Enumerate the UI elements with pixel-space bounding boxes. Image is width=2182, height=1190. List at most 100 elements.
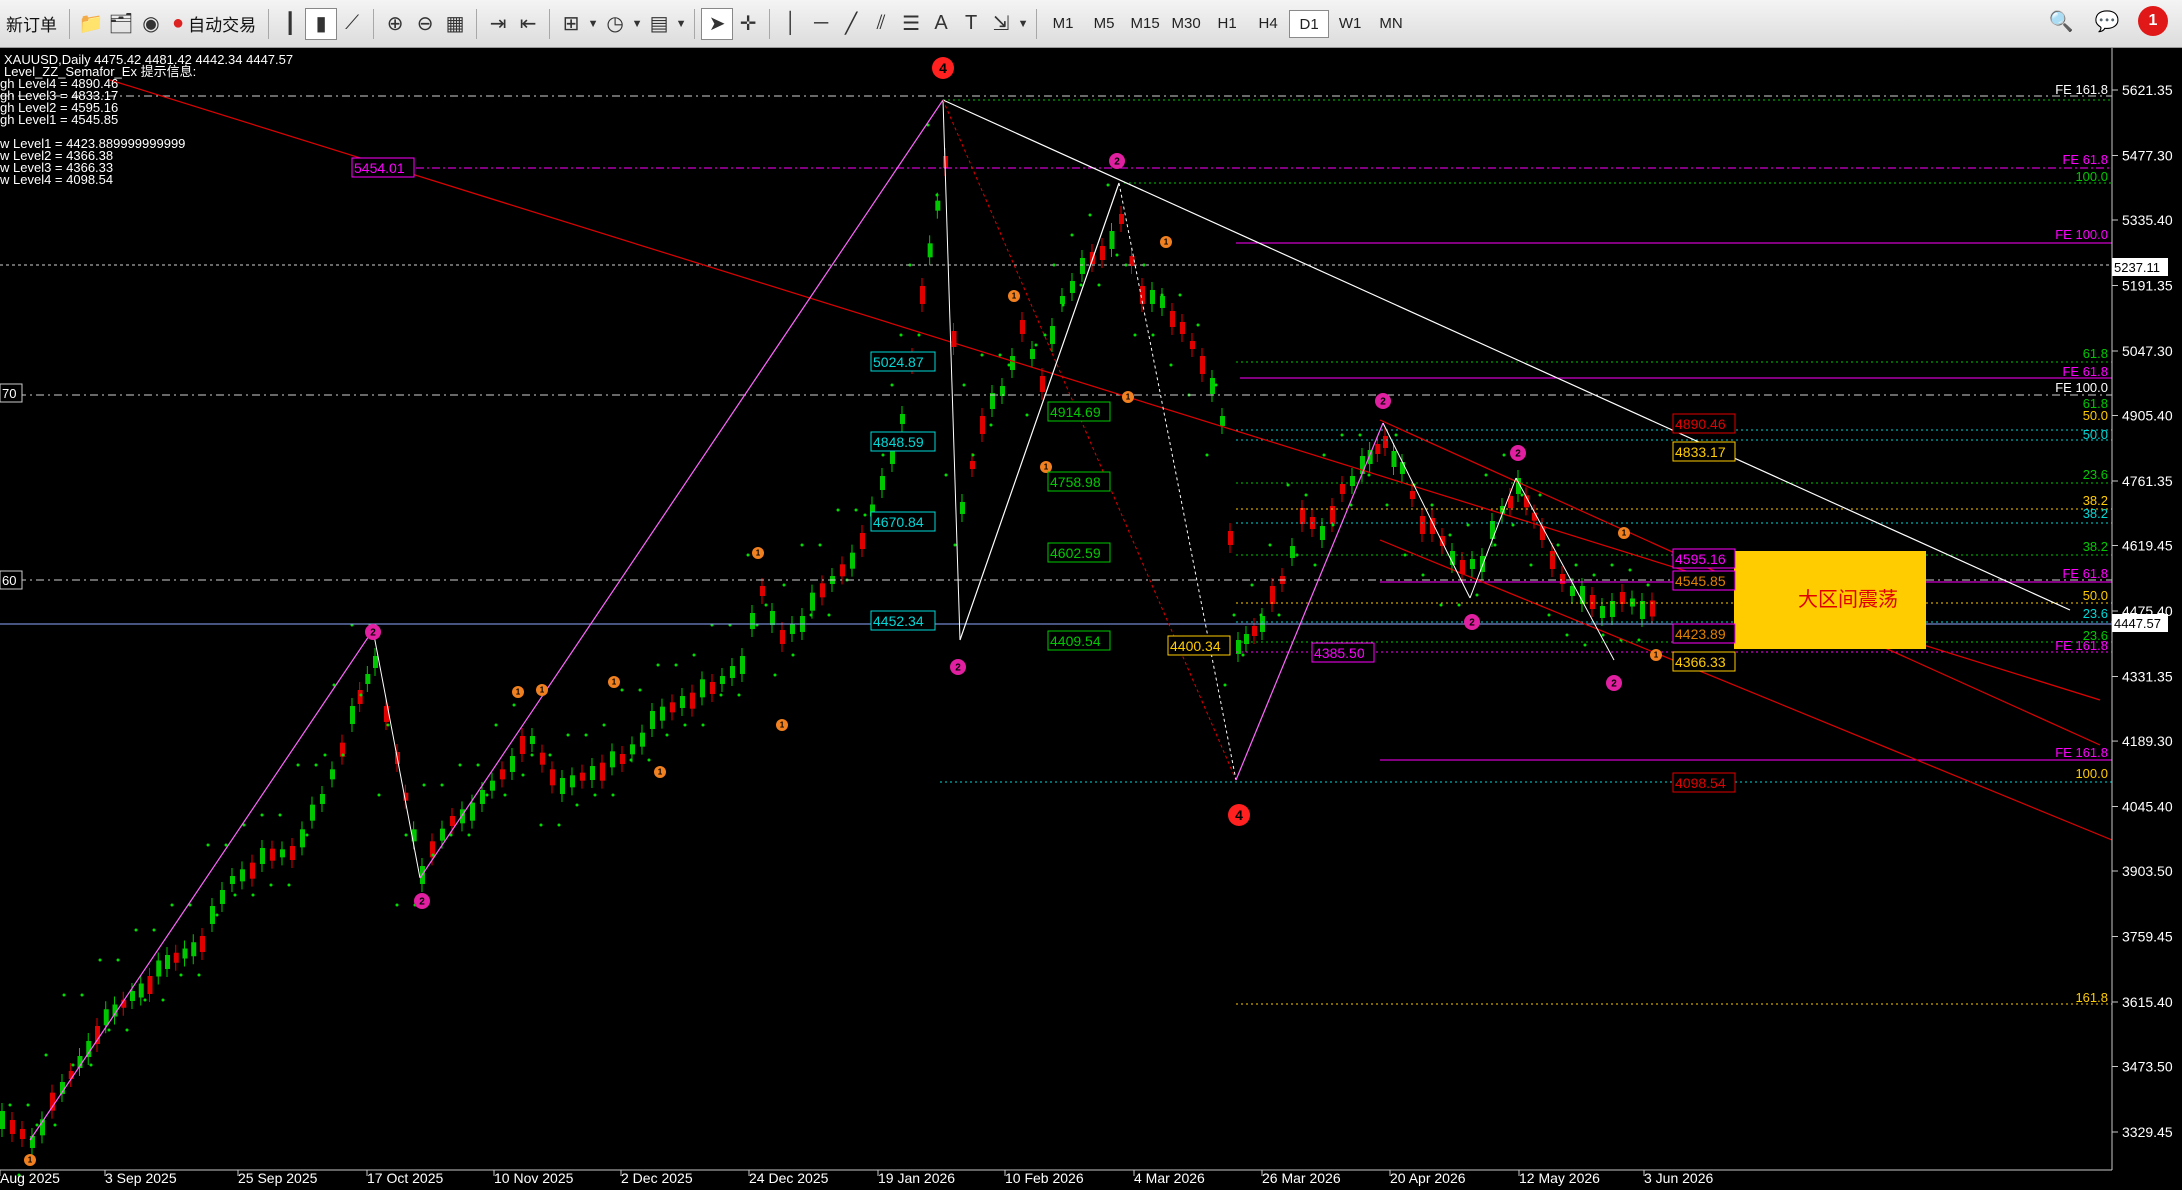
trendline-icon[interactable]: ╱ — [836, 9, 866, 39]
price-tick-label: 5335.40 — [2122, 212, 2173, 228]
globe-icon[interactable]: ◉ — [136, 9, 166, 39]
timeframe-m1[interactable]: M1 — [1043, 10, 1083, 38]
sar-dot — [503, 793, 507, 797]
sar-dot — [161, 998, 165, 1002]
sar-dot — [233, 893, 237, 897]
candle-body — [1200, 356, 1205, 374]
timeframe-m5[interactable]: M5 — [1084, 10, 1124, 38]
sar-dot — [800, 543, 804, 547]
sar-dot — [1088, 213, 1092, 217]
tile-windows-icon[interactable]: ▦ — [440, 9, 470, 39]
sar-dot — [530, 753, 534, 757]
sar-dot — [386, 723, 390, 727]
templates-dropdown-icon[interactable]: ▼ — [674, 9, 688, 39]
sar-dot — [602, 723, 606, 727]
candle-body — [147, 976, 153, 994]
price-tick-label: 4189.30 — [2122, 733, 2173, 749]
sar-dot — [746, 553, 750, 557]
candle-chart-icon[interactable]: ▮ — [305, 7, 338, 40]
candle-body — [1060, 296, 1065, 304]
timeframe-m30[interactable]: M30 — [1166, 10, 1206, 38]
price-tick-label: 3473.50 — [2122, 1059, 2173, 1075]
fibonacci-icon[interactable]: ☰ — [896, 9, 926, 39]
profiles-icon[interactable]: 🗂 — [106, 9, 136, 39]
crosshair-icon[interactable]: ✛ — [733, 9, 763, 39]
indicators-dropdown-icon[interactable]: ▼ — [586, 9, 600, 39]
sar-dot — [179, 973, 183, 977]
sar-dot — [539, 823, 543, 827]
sar-dot — [557, 823, 561, 827]
candle-body — [730, 666, 735, 678]
candle-body — [540, 752, 545, 765]
horizontal-line-icon[interactable]: ─ — [806, 9, 836, 39]
bar-chart-icon[interactable]: ┃ — [275, 9, 305, 39]
timeframe-d1[interactable]: D1 — [1289, 9, 1330, 38]
date-tick-label: 25 Sep 2025 — [238, 1170, 318, 1186]
text-label-icon[interactable]: T — [956, 9, 986, 39]
sar-dot — [701, 723, 705, 727]
zoom-in-icon[interactable]: ⊕ — [380, 9, 410, 39]
sar-dot — [575, 803, 579, 807]
templates-icon[interactable]: ▤ — [644, 9, 674, 39]
box-4409: 4409.54 — [1050, 633, 1101, 649]
semafor-2-a-num: 2 — [370, 628, 376, 639]
candle-body — [50, 1092, 55, 1111]
sar-dot — [269, 883, 273, 887]
candle-body — [330, 769, 335, 780]
notification-badge[interactable]: 1 — [2138, 6, 2168, 36]
box-4833: 4833.17 — [1675, 444, 1726, 460]
sar-dot — [1304, 493, 1308, 497]
sar-dot — [944, 473, 948, 477]
sar-dot — [260, 813, 264, 817]
line-chart-icon[interactable]: ⟋ — [337, 9, 367, 39]
candle-body — [1350, 476, 1355, 486]
candle-body — [710, 682, 715, 694]
candle-body — [560, 778, 565, 794]
timeframe-mn[interactable]: MN — [1371, 10, 1411, 38]
arrows-dropdown-icon[interactable]: ▼ — [1016, 9, 1030, 39]
candle-body — [310, 804, 315, 821]
candle-body — [1010, 356, 1015, 370]
search-icon[interactable]: 🔍 — [2046, 6, 2076, 36]
timeframe-m15[interactable]: M15 — [1125, 10, 1165, 38]
candle-body — [1180, 322, 1185, 334]
vertical-line-icon[interactable]: │ — [776, 9, 806, 39]
sar-dot — [1358, 433, 1362, 437]
periods-dropdown-icon[interactable]: ▼ — [630, 9, 644, 39]
sar-dot — [1367, 473, 1371, 477]
auto-trade-button[interactable]: ● 自动交易 — [166, 7, 262, 41]
timeframe-h1[interactable]: H1 — [1207, 10, 1247, 38]
indicators-icon[interactable]: ⊞ — [556, 9, 586, 39]
candle-body — [1070, 281, 1075, 293]
text-icon[interactable]: A — [926, 9, 956, 39]
channel-icon[interactable]: ⫽ — [866, 9, 896, 39]
autoscroll-icon[interactable]: ⇥ — [483, 9, 513, 39]
candle-body — [1440, 536, 1445, 546]
zoom-out-icon[interactable]: ⊖ — [410, 9, 440, 39]
candle-body — [740, 656, 745, 674]
new-order-button[interactable]: 新订单 — [0, 7, 63, 41]
periods-clock-icon[interactable]: ◷ — [600, 9, 630, 39]
candle-body — [0, 1111, 5, 1129]
cursor-icon[interactable]: ➤ — [701, 7, 734, 40]
sar-dot — [593, 793, 597, 797]
fib-50-b: 50.0 — [2083, 427, 2108, 442]
candle-body — [660, 706, 665, 721]
candle-body — [230, 876, 235, 884]
current-price-label: 4447.57 — [2114, 616, 2161, 631]
candle-body — [610, 751, 615, 768]
sar-dot — [197, 973, 201, 977]
semafor-1-4-num: 1 — [658, 768, 663, 777]
box-4400: 4400.34 — [1170, 638, 1221, 654]
timeframe-h4[interactable]: H4 — [1248, 10, 1288, 38]
chart-shift-icon[interactable]: ⇤ — [513, 9, 543, 39]
timeframe-w1[interactable]: W1 — [1330, 10, 1370, 38]
main-toolbar: 新订单 📁 🗂 ◉ ● 自动交易 ┃ ▮ ⟋ ⊕ ⊖ ▦ ⇥ ⇤ ⊞ ▼ ◷ ▼ … — [0, 0, 2182, 48]
price-chart[interactable]: 4 4 2 2 2 2 2 2 2 2 1 1 1 1 1 1 1 1 1 1 1 1 1 5621.35 5477.30 53… — [0, 48, 2182, 1190]
candle-body — [450, 816, 455, 826]
semafor-1-7-num: 1 — [1012, 292, 1017, 301]
box-4670: 4670.84 — [873, 514, 924, 530]
chat-icon[interactable]: 💬 — [2092, 6, 2122, 36]
arrows-icon[interactable]: ⇲ — [986, 9, 1016, 39]
open-folder-icon[interactable]: 📁 — [76, 9, 106, 39]
